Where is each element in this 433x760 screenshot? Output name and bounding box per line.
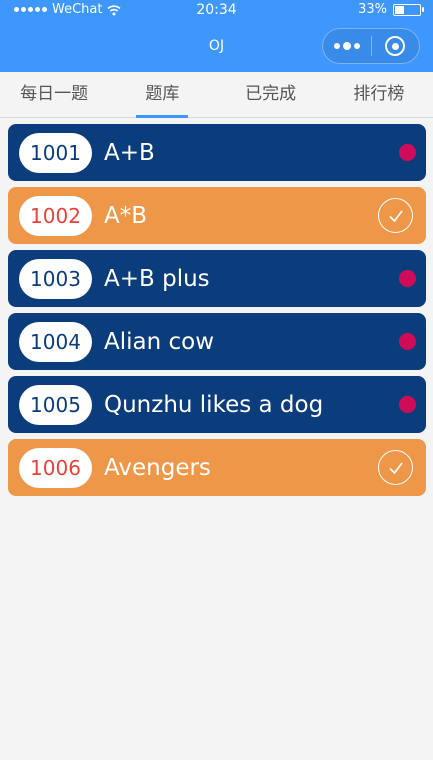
status-bar-battery-group: 33% <box>358 2 424 17</box>
mini-program-capsule <box>322 28 420 64</box>
battery-icon <box>393 3 424 16</box>
tab-daily-problem[interactable]: 每日一题 <box>0 72 108 117</box>
more-menu-icon[interactable] <box>323 29 371 63</box>
problem-card[interactable]: 1001 A+B <box>8 124 426 181</box>
status-bar: WeChat 20:34 33% <box>0 0 433 22</box>
problem-list: 1001 A+B 1002 A*B 1003 A+B plus 1004 Ali… <box>8 124 426 502</box>
checkmark-circle-icon <box>378 198 413 233</box>
unsolved-dot-icon <box>399 144 416 161</box>
navigation-bar: OJ <box>0 22 433 72</box>
problem-title: Alian cow <box>104 328 215 355</box>
problem-card[interactable]: 1005 Qunzhu likes a dog <box>8 376 426 433</box>
problem-number-badge: 1006 <box>19 447 92 488</box>
tab-completed[interactable]: 已完成 <box>217 72 325 117</box>
problem-card[interactable]: 1002 A*B <box>8 187 426 244</box>
unsolved-dot-icon <box>399 333 416 350</box>
problem-number-badge: 1001 <box>19 132 92 173</box>
battery-percent: 33% <box>358 2 387 17</box>
problem-title: Avengers <box>104 454 211 481</box>
close-mini-program-icon[interactable] <box>372 29 419 63</box>
unsolved-dot-icon <box>399 270 416 287</box>
tab-problem-bank[interactable]: 题库 <box>108 72 216 117</box>
problem-card[interactable]: 1004 Alian cow <box>8 313 426 370</box>
problem-number-badge: 1003 <box>19 258 92 299</box>
problem-title: A+B <box>104 139 155 166</box>
unsolved-dot-icon <box>399 396 416 413</box>
problem-title: Qunzhu likes a dog <box>104 391 324 418</box>
tab-leaderboard[interactable]: 排行榜 <box>325 72 433 117</box>
problem-card[interactable]: 1003 A+B plus <box>8 250 426 307</box>
problem-number-badge: 1004 <box>19 321 92 362</box>
problem-title: A*B <box>104 202 148 229</box>
tab-bar: 每日一题 题库 已完成 排行榜 <box>0 72 433 118</box>
checkmark-circle-icon <box>378 450 413 485</box>
problem-number-badge: 1005 <box>19 384 92 425</box>
problem-title: A+B plus <box>104 265 210 292</box>
problem-number-badge: 1002 <box>19 195 92 236</box>
problem-card[interactable]: 1006 Avengers <box>8 439 426 496</box>
